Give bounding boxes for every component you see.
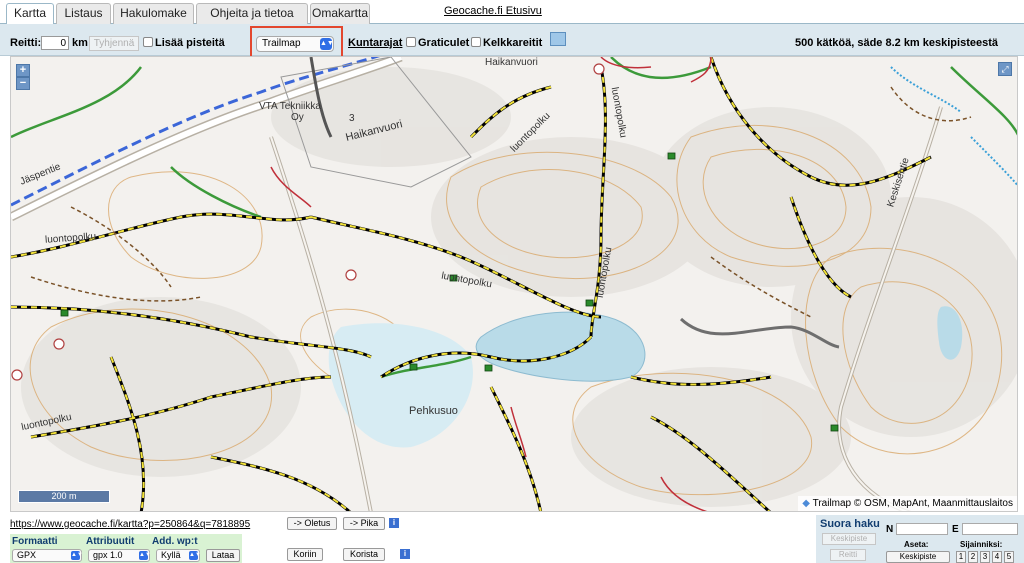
- info-icon[interactable]: i: [400, 549, 410, 559]
- direct-search-panel: Suora haku Keskipiste Reitti N E Aseta: …: [816, 515, 1024, 563]
- tab-kartta[interactable]: Kartta: [6, 3, 54, 25]
- fullscreen-icon[interactable]: ⤢: [998, 62, 1012, 76]
- default-view-button[interactable]: -> Oletus: [287, 517, 337, 530]
- map-label-oy: Oy: [291, 112, 304, 123]
- municipal-borders-link[interactable]: Kuntarajat: [348, 37, 402, 49]
- quick-view-button[interactable]: -> Pika: [343, 517, 385, 530]
- east-coordinate-input[interactable]: [962, 523, 1018, 535]
- map-label-pehkusuo: Pehkusuo: [409, 405, 458, 417]
- map-view[interactable]: Haikanvuori VTA Tekniikka Oy 3 Haikanvuo…: [10, 56, 1018, 512]
- tab-bar: Kartta Listaus Hakulomake Ohjeita ja tie…: [0, 0, 1024, 25]
- add-points-label: Lisää pisteitä: [155, 37, 225, 49]
- map-canvas: [11, 57, 1017, 511]
- select-arrow-icon: ▲▼: [189, 551, 201, 560]
- addwp-select[interactable]: Kyllä ▲▼: [156, 549, 201, 562]
- route-length-input[interactable]: [41, 36, 69, 50]
- position-label: Sijainniksi:: [960, 540, 1003, 549]
- east-label: E: [952, 524, 959, 535]
- map-label-three: 3: [349, 113, 355, 124]
- position-1-button[interactable]: 1: [956, 551, 966, 563]
- sled-routes-label: Kelkkareitit: [483, 37, 543, 49]
- center-search-button[interactable]: Keskipiste: [822, 533, 876, 545]
- map-label-haikanvuori-top: Haikanvuori: [485, 57, 538, 68]
- attributes-select[interactable]: gpx 1.0 ▲▼: [88, 549, 151, 562]
- tab-hakulomake[interactable]: Hakulomake: [113, 3, 194, 24]
- position-3-button[interactable]: 3: [980, 551, 990, 563]
- route-label: Reitti:: [10, 37, 42, 49]
- route-unit: km: [72, 37, 88, 49]
- set-label: Aseta:: [904, 540, 929, 549]
- position-2-button[interactable]: 2: [968, 551, 978, 563]
- tab-omakartta[interactable]: Omakartta: [310, 3, 370, 24]
- map-label-vta: VTA Tekniikka: [259, 101, 321, 112]
- map-image-icon[interactable]: [550, 32, 566, 46]
- format-header: Formaatti: [12, 536, 58, 547]
- position-4-button[interactable]: 4: [992, 551, 1002, 563]
- north-label: N: [886, 524, 894, 535]
- attributes-header: Attribuutit: [86, 536, 135, 547]
- remove-from-cart-button[interactable]: Korista: [343, 548, 385, 561]
- bottom-panel: https://www.geocache.fi/kartta?p=250864&…: [0, 512, 1024, 563]
- home-link[interactable]: Geocache.fi Etusivu: [444, 5, 542, 17]
- north-coordinate-input[interactable]: [896, 523, 948, 535]
- addwp-header: Add. wp:t: [152, 536, 198, 547]
- download-format-panel: Formaatti Attribuutit Add. wp:t GPX ▲▼ g…: [10, 534, 242, 563]
- sled-routes-checkbox[interactable]: [471, 37, 481, 47]
- direct-search-title: Suora haku: [820, 518, 880, 530]
- attributes-value: gpx 1.0: [93, 550, 123, 560]
- map-url-link[interactable]: https://www.geocache.fi/kartta?p=250864&…: [10, 519, 250, 530]
- tab-listaus[interactable]: Listaus: [56, 3, 111, 24]
- map-attribution: ◆ Trailmap © OSM, MapAnt, Maanmittauslai…: [798, 496, 1017, 511]
- tab-ohjeita[interactable]: Ohjeita ja tietoa: [196, 3, 308, 24]
- format-select[interactable]: GPX ▲▼: [12, 549, 83, 562]
- select-arrow-icon: ▲▼: [139, 551, 151, 560]
- attribution-text: Trailmap © OSM, MapAnt, Maanmittauslaito…: [812, 498, 1013, 509]
- position-5-button[interactable]: 5: [1004, 551, 1014, 563]
- cache-count-status: 500 kätköä, säde 8.2 km keskipisteestä: [794, 37, 998, 49]
- route-search-button[interactable]: Reitti: [830, 549, 866, 561]
- format-value: GPX: [17, 550, 37, 560]
- scale-bar: 200 m: [18, 490, 110, 503]
- map-toolbar: Reitti: km Tyhjennä Lisää pisteitä Trail…: [0, 24, 1024, 56]
- clear-route-button[interactable]: Tyhjennä: [89, 36, 139, 51]
- graticule-checkbox[interactable]: [406, 37, 416, 47]
- download-button[interactable]: Lataa: [206, 549, 240, 562]
- layers-icon: ◆: [802, 498, 810, 509]
- right-edge-panel: [1018, 56, 1024, 512]
- set-center-button[interactable]: Keskipiste: [886, 551, 950, 563]
- add-to-cart-button[interactable]: Koriin: [287, 548, 323, 561]
- select-arrow-icon: ▲▼: [71, 551, 83, 560]
- graticule-label: Graticulet: [418, 37, 470, 49]
- info-icon[interactable]: i: [389, 518, 399, 528]
- zoom-in-button[interactable]: +: [16, 64, 30, 77]
- add-points-checkbox[interactable]: [143, 37, 153, 47]
- addwp-value: Kyllä: [161, 550, 181, 560]
- zoom-out-button[interactable]: −: [16, 77, 30, 90]
